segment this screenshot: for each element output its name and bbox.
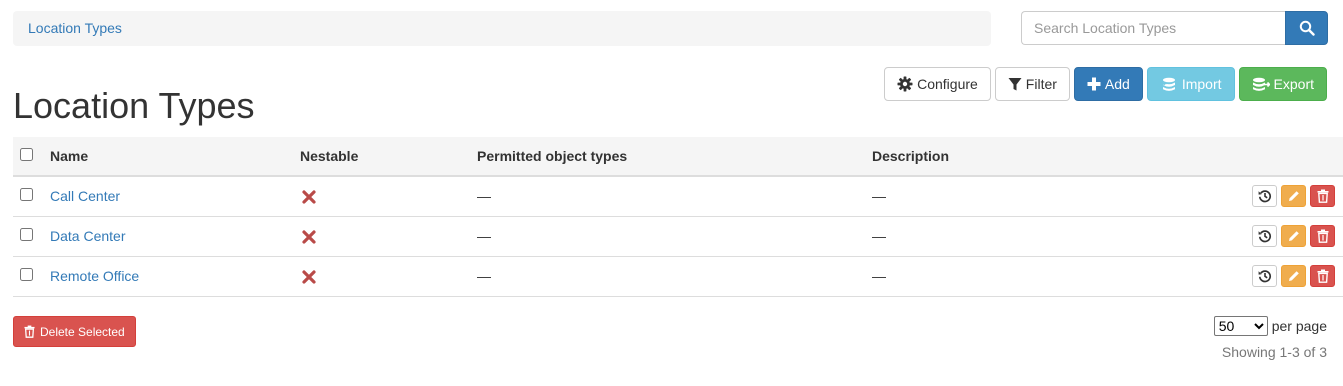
actions-cell: [1202, 216, 1343, 257]
edit-button[interactable]: [1281, 265, 1306, 287]
name-cell: Remote Office: [50, 256, 300, 297]
filter-label: Filter: [1025, 76, 1057, 92]
per-page-control: 50 per page: [1213, 316, 1327, 336]
history-icon: [1258, 270, 1271, 283]
delete-selected-button[interactable]: Delete Selected: [13, 316, 136, 347]
import-label: Import: [1181, 76, 1222, 92]
location-type-link[interactable]: Call Center: [50, 188, 120, 204]
per-page-label: per page: [1271, 318, 1327, 334]
export-label: Export: [1273, 76, 1314, 92]
pencil-icon: [1288, 271, 1299, 281]
filter-icon: [1008, 77, 1022, 90]
table-row: Remote Office — —: [13, 256, 1343, 297]
toolbar: Configure Filter Add Import Export: [884, 67, 1327, 101]
column-header-nestable[interactable]: Nestable: [300, 137, 477, 177]
location-types-table: Name Nestable Permitted object types Des…: [13, 137, 1343, 297]
gear-icon: [897, 76, 913, 92]
permitted-cell: —: [477, 176, 872, 217]
column-header-name[interactable]: Name: [50, 137, 300, 177]
changelog-button[interactable]: [1252, 265, 1277, 287]
breadcrumb: Location Types: [13, 11, 991, 46]
column-header-description[interactable]: Description: [872, 137, 1202, 177]
cross-icon: [302, 269, 316, 284]
pencil-icon: [1288, 231, 1299, 241]
permitted-cell: —: [477, 216, 872, 257]
row-checkbox[interactable]: [20, 188, 33, 202]
cross-icon: [302, 229, 316, 244]
actions-cell: [1202, 256, 1343, 297]
delete-button[interactable]: [1310, 185, 1335, 208]
delete-button[interactable]: [1310, 265, 1335, 287]
search-form: [1021, 11, 1328, 45]
search-button[interactable]: [1285, 11, 1328, 45]
export-button[interactable]: Export: [1238, 67, 1327, 101]
nestable-cell: [300, 216, 477, 257]
edit-button[interactable]: [1281, 225, 1306, 247]
column-header-actions: [1202, 137, 1343, 177]
trash-icon: [1317, 269, 1328, 283]
row-select-cell: [13, 176, 50, 217]
page-title: Location Types: [13, 85, 255, 126]
row-checkbox[interactable]: [20, 228, 33, 241]
delete-selected-label: Delete Selected: [40, 324, 125, 339]
cross-icon: [302, 190, 316, 204]
pencil-icon: [1288, 191, 1299, 202]
delete-button[interactable]: [1310, 225, 1335, 247]
permitted-cell: —: [477, 256, 872, 297]
table-row: Call Center — —: [13, 176, 1343, 217]
name-cell: Call Center: [50, 176, 300, 217]
row-checkbox[interactable]: [20, 268, 33, 281]
breadcrumb-link-location-types[interactable]: Location Types: [28, 20, 122, 36]
location-type-link[interactable]: Data Center: [50, 228, 125, 244]
location-type-link[interactable]: Remote Office: [50, 268, 139, 284]
actions-cell: [1202, 176, 1343, 217]
select-all-cell: [13, 137, 50, 177]
plus-icon: [1087, 77, 1101, 91]
filter-button[interactable]: Filter: [994, 67, 1070, 101]
column-header-permitted-object-types[interactable]: Permitted object types: [477, 137, 872, 177]
database-export-icon: [1252, 77, 1270, 91]
nestable-cell: [300, 256, 477, 297]
row-select-cell: [13, 256, 50, 297]
configure-button[interactable]: Configure: [884, 67, 991, 101]
name-cell: Data Center: [50, 216, 300, 257]
select-all-checkbox[interactable]: [20, 148, 33, 161]
edit-button[interactable]: [1281, 185, 1306, 208]
history-icon: [1258, 190, 1271, 203]
description-cell: —: [872, 256, 1202, 297]
import-button[interactable]: Import: [1146, 67, 1235, 101]
trash-icon: [1317, 229, 1328, 243]
table-row: Data Center — —: [13, 216, 1343, 257]
changelog-button[interactable]: [1252, 225, 1277, 247]
table-header-row: Name Nestable Permitted object types Des…: [13, 137, 1343, 177]
description-cell: —: [872, 216, 1202, 257]
nestable-cell: [300, 176, 477, 217]
database-import-icon: [1160, 77, 1175, 91]
per-page-select[interactable]: 50: [1213, 316, 1268, 336]
add-button[interactable]: Add: [1073, 67, 1143, 101]
pagination-summary: Showing 1-3 of 3: [1221, 344, 1327, 360]
search-input[interactable]: [1021, 11, 1285, 45]
configure-label: Configure: [917, 76, 978, 92]
changelog-button[interactable]: [1252, 185, 1277, 208]
trash-icon: [24, 325, 35, 338]
search-icon: [1299, 20, 1315, 36]
row-select-cell: [13, 216, 50, 257]
description-cell: —: [872, 176, 1202, 217]
trash-icon: [1317, 189, 1328, 204]
add-label: Add: [1104, 76, 1130, 92]
history-icon: [1258, 230, 1271, 243]
